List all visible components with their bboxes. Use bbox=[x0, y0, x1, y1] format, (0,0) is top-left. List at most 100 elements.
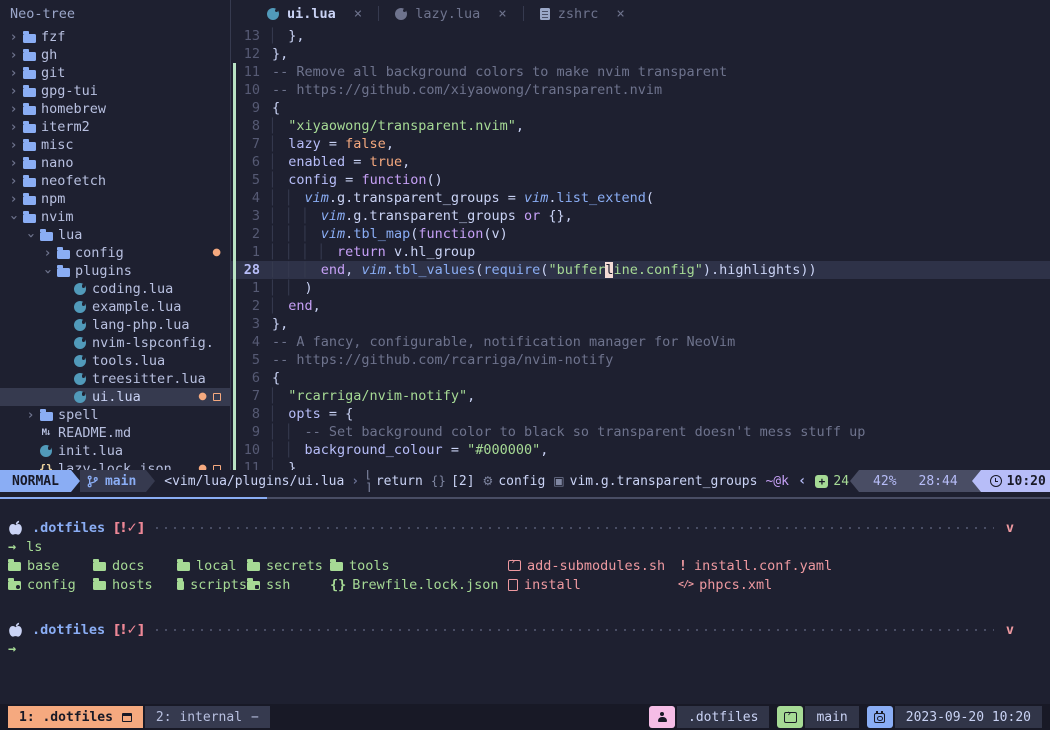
cursor-position: 28:44 bbox=[919, 474, 958, 489]
window-icon bbox=[122, 713, 132, 722]
git-sign-added bbox=[231, 441, 238, 459]
folder-icon bbox=[23, 196, 36, 205]
tree-item-ui.lua[interactable]: ui.lua● bbox=[0, 388, 230, 406]
tree-item-config[interactable]: ›config● bbox=[0, 244, 230, 262]
close-icon[interactable]: × bbox=[354, 6, 362, 22]
tree-item-gh[interactable]: ›gh bbox=[0, 46, 230, 64]
git-unstaged-square-icon bbox=[213, 393, 221, 401]
code-line: 9{ bbox=[231, 99, 1050, 117]
git-sign-added bbox=[231, 261, 238, 279]
prompt-version-flag: v bbox=[1006, 622, 1014, 638]
tree-item-lazy-lock.json[interactable]: {}lazy-lock.json● bbox=[0, 460, 230, 470]
git-branch-icon bbox=[86, 474, 99, 489]
powerline-separator bbox=[71, 470, 80, 492]
chevron-right-icon: › bbox=[6, 192, 21, 207]
tree-item-label: init.lua bbox=[58, 443, 123, 459]
code-line: 13▏ }, bbox=[231, 27, 1050, 45]
listing-entry: install bbox=[508, 577, 678, 593]
breadcrumbs: [ ]return{}[2]⚙config▣vim.g.transparent_… bbox=[366, 470, 765, 492]
tab-ui.lua[interactable]: ui.lua× bbox=[251, 0, 378, 27]
line-number: 8 bbox=[238, 117, 272, 135]
xml-icon: </> bbox=[678, 579, 693, 590]
mode-indicator: NORMAL bbox=[0, 470, 71, 492]
folder-icon bbox=[330, 562, 343, 571]
tree-item-coding.lua[interactable]: coding.lua bbox=[0, 280, 230, 298]
git-sign-added bbox=[231, 117, 238, 135]
entry-label: install bbox=[524, 577, 581, 593]
breadcrumb-label: [2] bbox=[451, 474, 474, 489]
active-prompt[interactable]: → bbox=[8, 639, 1042, 658]
tree-item-git[interactable]: ›git bbox=[0, 64, 230, 82]
tab-lazy.lua[interactable]: lazy.lua× bbox=[379, 0, 522, 27]
tmux-window-active[interactable]: 1: .dotfiles bbox=[8, 706, 143, 728]
git-sign-added bbox=[231, 279, 238, 297]
tree-item-homebrew[interactable]: ›homebrew bbox=[0, 100, 230, 118]
listing-entry: tools bbox=[330, 558, 508, 574]
tree-item-fzf[interactable]: ›fzf bbox=[0, 28, 230, 46]
tree-item-nvim-lspconfig.[interactable]: nvim-lspconfig. bbox=[0, 334, 230, 352]
git-sign-added bbox=[231, 405, 238, 423]
shell-script-icon bbox=[508, 560, 521, 571]
code-buffer[interactable]: 13▏ },12},11-- Remove all background col… bbox=[231, 27, 1050, 470]
entry-label: local bbox=[196, 558, 237, 574]
prompt-arrow-icon: → bbox=[8, 641, 16, 657]
tree-item-label: tools.lua bbox=[92, 353, 165, 369]
tree-item-nano[interactable]: ›nano bbox=[0, 154, 230, 172]
git-sign-added bbox=[231, 189, 238, 207]
tree-item-treesitter.lua[interactable]: treesitter.lua bbox=[0, 370, 230, 388]
tree-item-npm[interactable]: ›npm bbox=[0, 190, 230, 208]
pane-border[interactable] bbox=[0, 492, 1050, 504]
tree-item-nvim[interactable]: ›nvim bbox=[0, 208, 230, 226]
close-icon[interactable]: × bbox=[616, 6, 624, 22]
tree-item-iterm2[interactable]: ›iterm2 bbox=[0, 118, 230, 136]
line-number: 10 bbox=[238, 441, 272, 459]
entry-label: Brewfile.lock.json bbox=[352, 577, 498, 593]
neotree-sidebar[interactable]: Neo-tree ›fzf›gh›git›gpg-tui›homebrew›it… bbox=[0, 0, 231, 470]
close-icon[interactable]: × bbox=[498, 6, 506, 22]
chevron-right-icon: › bbox=[6, 48, 21, 63]
chevron-down-icon: › bbox=[6, 210, 21, 225]
lua-file-icon bbox=[74, 301, 86, 313]
tree-item-README.md[interactable]: M↓README.md bbox=[0, 424, 230, 442]
code-text: ▏ ▏ ▏ vim.g.transparent_groups or {}, bbox=[272, 207, 573, 225]
minus-icon: − bbox=[251, 710, 259, 725]
listing-row: confighostsscriptsssh{}Brewfile.lock.jso… bbox=[8, 575, 1042, 594]
line-number: 2 bbox=[238, 297, 272, 315]
tree-item-label: config bbox=[75, 245, 124, 261]
chevron-down-icon: › bbox=[40, 264, 55, 279]
command-text: ls bbox=[26, 539, 42, 555]
code-line: 11-- Remove all background colors to mak… bbox=[231, 63, 1050, 81]
tmux-window-label: 1: .dotfiles bbox=[19, 710, 113, 725]
entry-label: base bbox=[27, 558, 60, 574]
tree-item-spell[interactable]: ›spell bbox=[0, 406, 230, 424]
tree-item-label: gpg-tui bbox=[41, 83, 98, 99]
tree-item-plugins[interactable]: ›plugins bbox=[0, 262, 230, 280]
pane-border-active bbox=[0, 497, 267, 499]
line-number: 28 bbox=[238, 261, 272, 279]
chevron-right-icon: › bbox=[6, 156, 21, 171]
tree-item-init.lua[interactable]: init.lua bbox=[0, 442, 230, 460]
tree-item-tools.lua[interactable]: tools.lua bbox=[0, 352, 230, 370]
code-text: -- https://github.com/xiyaowong/transpar… bbox=[272, 81, 662, 99]
tree-item-lua[interactable]: ›lua bbox=[0, 226, 230, 244]
code-text: ▏ ▏ ) bbox=[272, 279, 313, 297]
tree-item-gpg-tui[interactable]: ›gpg-tui bbox=[0, 82, 230, 100]
tab-zshrc[interactable]: zshrc × bbox=[524, 0, 641, 27]
line-number: 10 bbox=[238, 81, 272, 99]
terminal-pane[interactable]: .dotfiles [!✓] v → ls basedocslocalsecre… bbox=[0, 504, 1050, 700]
chevron-right-icon: › bbox=[6, 120, 21, 135]
tmux-window-inactive[interactable]: 2: internal− bbox=[145, 706, 270, 728]
tree-item-lang-php.lua[interactable]: lang-php.lua bbox=[0, 316, 230, 334]
tree-item-misc[interactable]: ›misc bbox=[0, 136, 230, 154]
line-number: 1 bbox=[238, 279, 272, 297]
git-added-icon: + bbox=[815, 475, 828, 488]
tab-label: zshrc bbox=[558, 6, 599, 22]
chevron-right-icon: › bbox=[6, 174, 21, 189]
tree-item-example.lua[interactable]: example.lua bbox=[0, 298, 230, 316]
line-number: 2 bbox=[238, 225, 272, 243]
line-number: 3 bbox=[238, 315, 272, 333]
apple-icon bbox=[8, 520, 23, 536]
tree-item-neofetch[interactable]: ›neofetch bbox=[0, 172, 230, 190]
line-number: 6 bbox=[238, 153, 272, 171]
lua-file-icon bbox=[74, 373, 86, 385]
